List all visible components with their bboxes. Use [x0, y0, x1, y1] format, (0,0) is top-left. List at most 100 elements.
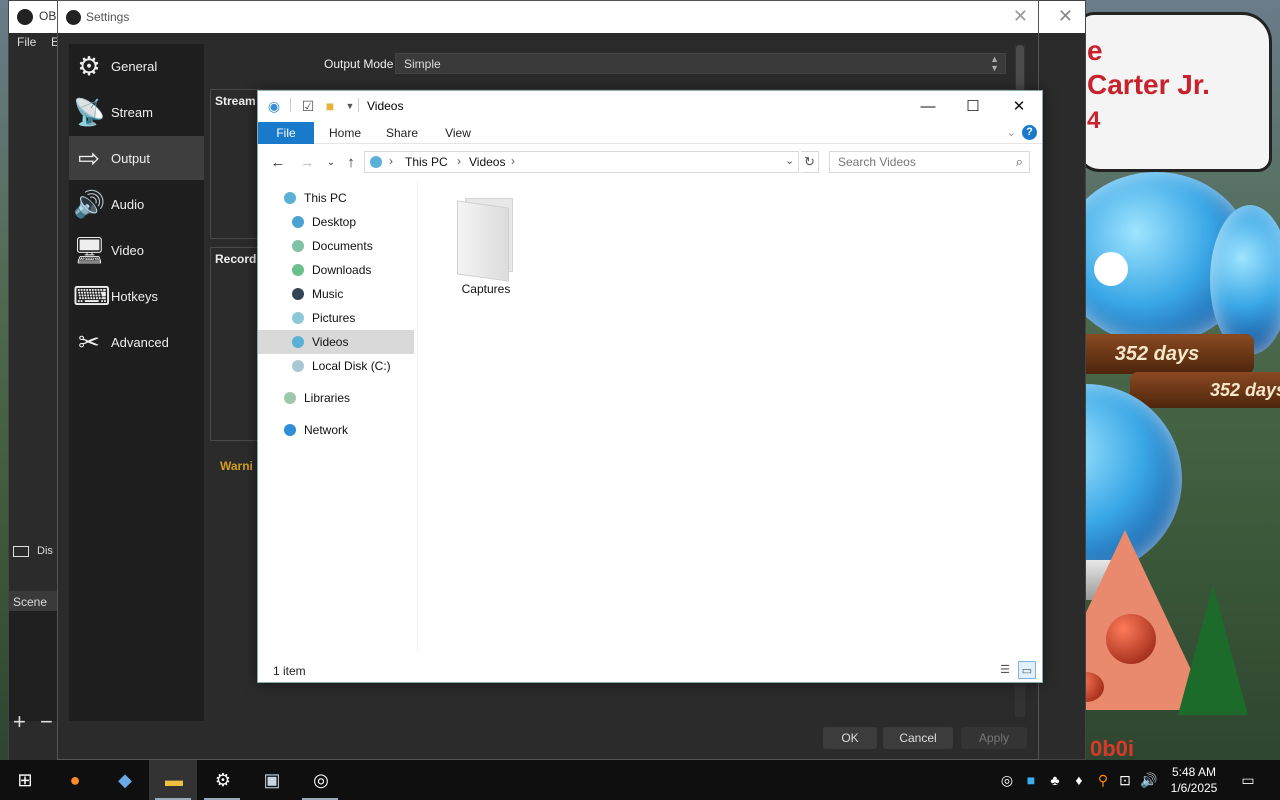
nav-hotkeys[interactable]: ⌨ Hotkeys	[69, 274, 204, 318]
item-count: 1 item	[273, 664, 306, 678]
tray-app-icon[interactable]: ♣	[1046, 770, 1064, 790]
maximize-button[interactable]: ☐	[951, 94, 995, 120]
taskbar-app-2[interactable]: ◆	[100, 760, 148, 800]
close-button[interactable]: ✕	[997, 94, 1041, 120]
expand-ribbon-icon[interactable]: ⌄	[1007, 126, 1016, 139]
tree-item-label: Desktop	[312, 215, 357, 229]
remove-scene-button[interactable]: −	[40, 709, 53, 734]
breadcrumb-videos[interactable]: Videos	[469, 155, 505, 169]
search-box[interactable]: ⌕	[829, 151, 1030, 173]
taskbar-file-explorer[interactable]: ▬	[149, 760, 197, 800]
add-scene-button[interactable]: +	[13, 709, 26, 734]
customize-quick-access-icon[interactable]: ▼	[342, 98, 358, 114]
search-input[interactable]	[838, 155, 998, 169]
globe-1-base: 352 days	[1060, 334, 1254, 374]
this-pc-icon	[370, 156, 382, 168]
tree-item-network[interactable]: Network	[258, 418, 416, 442]
breadcrumb-chevron-icon: ›	[457, 154, 461, 168]
globe-2-counter: 352 days	[1209, 380, 1280, 400]
status-bar: 1 item ☰ ▭	[258, 658, 1042, 682]
app-icon: ◆	[118, 770, 132, 790]
recent-locations-icon[interactable]: ⌄	[322, 154, 340, 172]
nav-audio[interactable]: 🔊 Audio	[69, 182, 204, 226]
cancel-button[interactable]: Cancel	[883, 727, 953, 749]
nav-stream[interactable]: 📡 Stream	[69, 90, 204, 134]
navigation-pane: This PC Desktop Documents Downloads Musi…	[258, 182, 418, 652]
nav-advanced[interactable]: ✂ Advanced	[69, 320, 204, 364]
tree-item-pictures[interactable]: Pictures	[258, 306, 416, 330]
explorer-title: Videos	[367, 99, 404, 113]
apply-button[interactable]: Apply	[961, 727, 1027, 749]
large-icons-view-icon[interactable]: ▭	[1018, 661, 1036, 679]
scene-controls: + −	[13, 709, 53, 735]
ok-button[interactable]: OK	[823, 727, 877, 749]
blue-square-tray-icon[interactable]: ■	[1022, 770, 1040, 790]
clock[interactable]: 5:48 AM 1/6/2025	[1166, 764, 1222, 796]
tree-item-documents[interactable]: Documents	[258, 234, 416, 258]
dropbox-icon[interactable]: ♦	[1070, 770, 1088, 790]
windows-logo-icon: ⊞	[17, 770, 33, 790]
recording-group-label: Recordi	[215, 252, 260, 266]
scenes-list[interactable]	[9, 611, 57, 721]
network-icon	[284, 423, 296, 436]
tab-home[interactable]: Home	[320, 122, 370, 144]
start-button[interactable]: ⊞	[0, 760, 48, 800]
obs-tray-icon[interactable]: ◎	[998, 770, 1016, 790]
back-arrow-icon[interactable]: ←	[269, 154, 287, 172]
properties-icon[interactable]: ☑	[300, 98, 316, 114]
tree-item-this-pc[interactable]: This PC	[258, 186, 416, 210]
file-explorer-window: ◉ ☑ ■ ▼ Videos — ☐ ✕ File Home Share Vie…	[257, 90, 1043, 683]
taskbar-firefox[interactable]: ●	[50, 760, 98, 800]
globe-2-base: 352 days	[1130, 372, 1280, 408]
details-view-icon[interactable]: ☰	[996, 661, 1014, 679]
wallpaper-sign-line-2: Carter Jr.	[1087, 69, 1210, 100]
file-list: Captures	[419, 182, 1041, 652]
new-folder-icon[interactable]: ■	[322, 98, 338, 114]
help-icon[interactable]: ?	[1022, 125, 1037, 140]
search-icon[interactable]: ⌕	[1016, 154, 1023, 170]
up-arrow-icon[interactable]: ↑	[342, 154, 360, 172]
output-mode-value: Simple	[404, 57, 441, 71]
taskbar-obs[interactable]: ◎	[296, 760, 344, 800]
tab-view[interactable]: View	[434, 122, 482, 144]
display-source-label: Dis	[13, 545, 53, 557]
taskbar-settings[interactable]: ⚙	[198, 760, 246, 800]
address-dropdown-icon[interactable]: ⌄	[785, 154, 794, 167]
tab-share[interactable]: Share	[378, 122, 426, 144]
nav-video[interactable]: 🖥 Video	[69, 228, 204, 272]
refresh-button[interactable]: ↻	[801, 151, 819, 173]
tree-item-local-disk[interactable]: Local Disk (C:)	[258, 354, 416, 378]
pictures-icon	[292, 311, 304, 324]
breadcrumb-chevron-icon: ›	[511, 154, 515, 168]
network-tray-icon[interactable]: ⊡	[1116, 770, 1134, 790]
menu-file[interactable]: File	[17, 35, 36, 49]
nav-general[interactable]: ⚙ General	[69, 44, 204, 88]
taskbar-app-5[interactable]: ▣	[247, 760, 295, 800]
tree-item-label: Libraries	[304, 391, 351, 405]
nav-output[interactable]: ⇨ Output	[69, 136, 204, 180]
volume-icon[interactable]: 🔊	[1140, 770, 1158, 790]
firefox-icon: ●	[69, 770, 81, 790]
breadcrumb-this-pc[interactable]: This PC	[405, 155, 448, 169]
desktop-icon	[292, 215, 304, 228]
tree-item-downloads[interactable]: Downloads	[258, 258, 416, 282]
output-mode-label: Output Mode	[324, 57, 394, 71]
nav-output-label: Output	[111, 151, 151, 166]
forward-arrow-icon[interactable]: →	[298, 154, 316, 172]
notifications-icon[interactable]: ▭	[1238, 770, 1258, 790]
tree-item-desktop[interactable]: Desktop	[258, 210, 416, 234]
separator	[358, 98, 359, 112]
folder-item[interactable]: Captures	[441, 188, 531, 298]
address-bar[interactable]: › This PC › Videos › ⌄	[364, 151, 799, 173]
display-label-text: Dis	[37, 545, 53, 557]
settings-close-button[interactable]: ✕	[1013, 6, 1028, 27]
output-mode-select[interactable]: Simple ▲ ▼	[395, 53, 1006, 74]
search-tray-icon[interactable]: ⚲	[1094, 770, 1112, 790]
tree-item-videos[interactable]: Videos	[258, 330, 414, 354]
minimize-button[interactable]: —	[906, 94, 950, 120]
nav-general-label: General	[111, 59, 158, 74]
obs-close-icon[interactable]: ✕	[1058, 6, 1073, 27]
tree-item-music[interactable]: Music	[258, 282, 416, 306]
tree-item-libraries[interactable]: Libraries	[258, 386, 416, 410]
tab-file[interactable]: File	[258, 122, 314, 144]
